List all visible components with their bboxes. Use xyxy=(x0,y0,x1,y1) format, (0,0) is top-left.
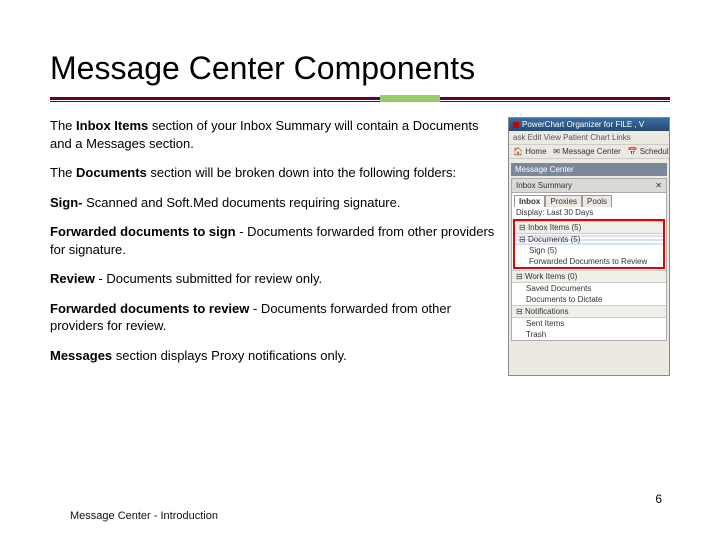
page-number: 6 xyxy=(655,492,662,506)
para-inbox-items: The Inbox Items section of your Inbox Su… xyxy=(50,117,498,152)
group-notifications: ⊟ Notifications xyxy=(512,305,666,318)
menubar: ask Edit View Patient Chart Links xyxy=(509,131,669,144)
tab-inbox[interactable]: Inbox xyxy=(514,195,545,207)
group-inbox-items: ⊟ Inbox Items (5) xyxy=(515,221,663,234)
slide-title: Message Center Components xyxy=(50,50,670,87)
section-header-message-center: Message Center xyxy=(511,163,667,176)
row-forwarded-review: Forwarded Documents to Review xyxy=(515,256,663,267)
footer-text: Message Center - Introduction xyxy=(70,510,218,522)
app-screenshot: PowerChart Organizer for FILE , V ask Ed… xyxy=(508,117,670,376)
panel-header-inbox-summary: Inbox Summary ✕ xyxy=(512,179,666,193)
row-saved-documents: Saved Documents xyxy=(512,283,666,294)
row-documents-dictate: Documents to Dictate xyxy=(512,294,666,305)
para-documents: The Documents section will be broken dow… xyxy=(50,164,498,182)
tab-pools[interactable]: Pools xyxy=(582,195,612,207)
group-work-items: ⊟ Work Items (0) xyxy=(512,270,666,283)
para-sign: Sign- Scanned and Soft.Med documents req… xyxy=(50,194,498,212)
app-icon xyxy=(513,122,519,128)
tabs: Inbox Proxies Pools xyxy=(512,193,666,207)
window-titlebar: PowerChart Organizer for FILE , V xyxy=(509,118,669,131)
title-rule xyxy=(50,95,670,105)
toolbar: 🏠 Home ✉ Message Center 📅 Schedul xyxy=(509,144,669,159)
body-text: The Inbox Items section of your Inbox Su… xyxy=(50,117,498,376)
display-filter: Display: Last 30 Days xyxy=(512,207,666,218)
row-trash: Trash xyxy=(512,329,666,340)
para-messages: Messages section displays Proxy notifica… xyxy=(50,347,498,365)
row-sign: Sign (5) xyxy=(515,245,663,256)
tab-proxies[interactable]: Proxies xyxy=(545,195,582,207)
window-title: PowerChart Organizer for FILE , V xyxy=(522,120,644,129)
highlight-box: ⊟ Inbox Items (5) ⊟ Documents (5) Sign (… xyxy=(513,219,665,269)
para-review: Review - Documents submitted for review … xyxy=(50,270,498,288)
para-forward-sign: Forwarded documents to sign - Documents … xyxy=(50,223,498,258)
row-sent-items: Sent Items xyxy=(512,318,666,329)
inbox-summary-panel: Inbox Summary ✕ Inbox Proxies Pools Disp… xyxy=(511,178,667,341)
row-documents: ⊟ Documents (5) xyxy=(515,234,663,245)
para-forward-review: Forwarded documents to review - Document… xyxy=(50,300,498,335)
